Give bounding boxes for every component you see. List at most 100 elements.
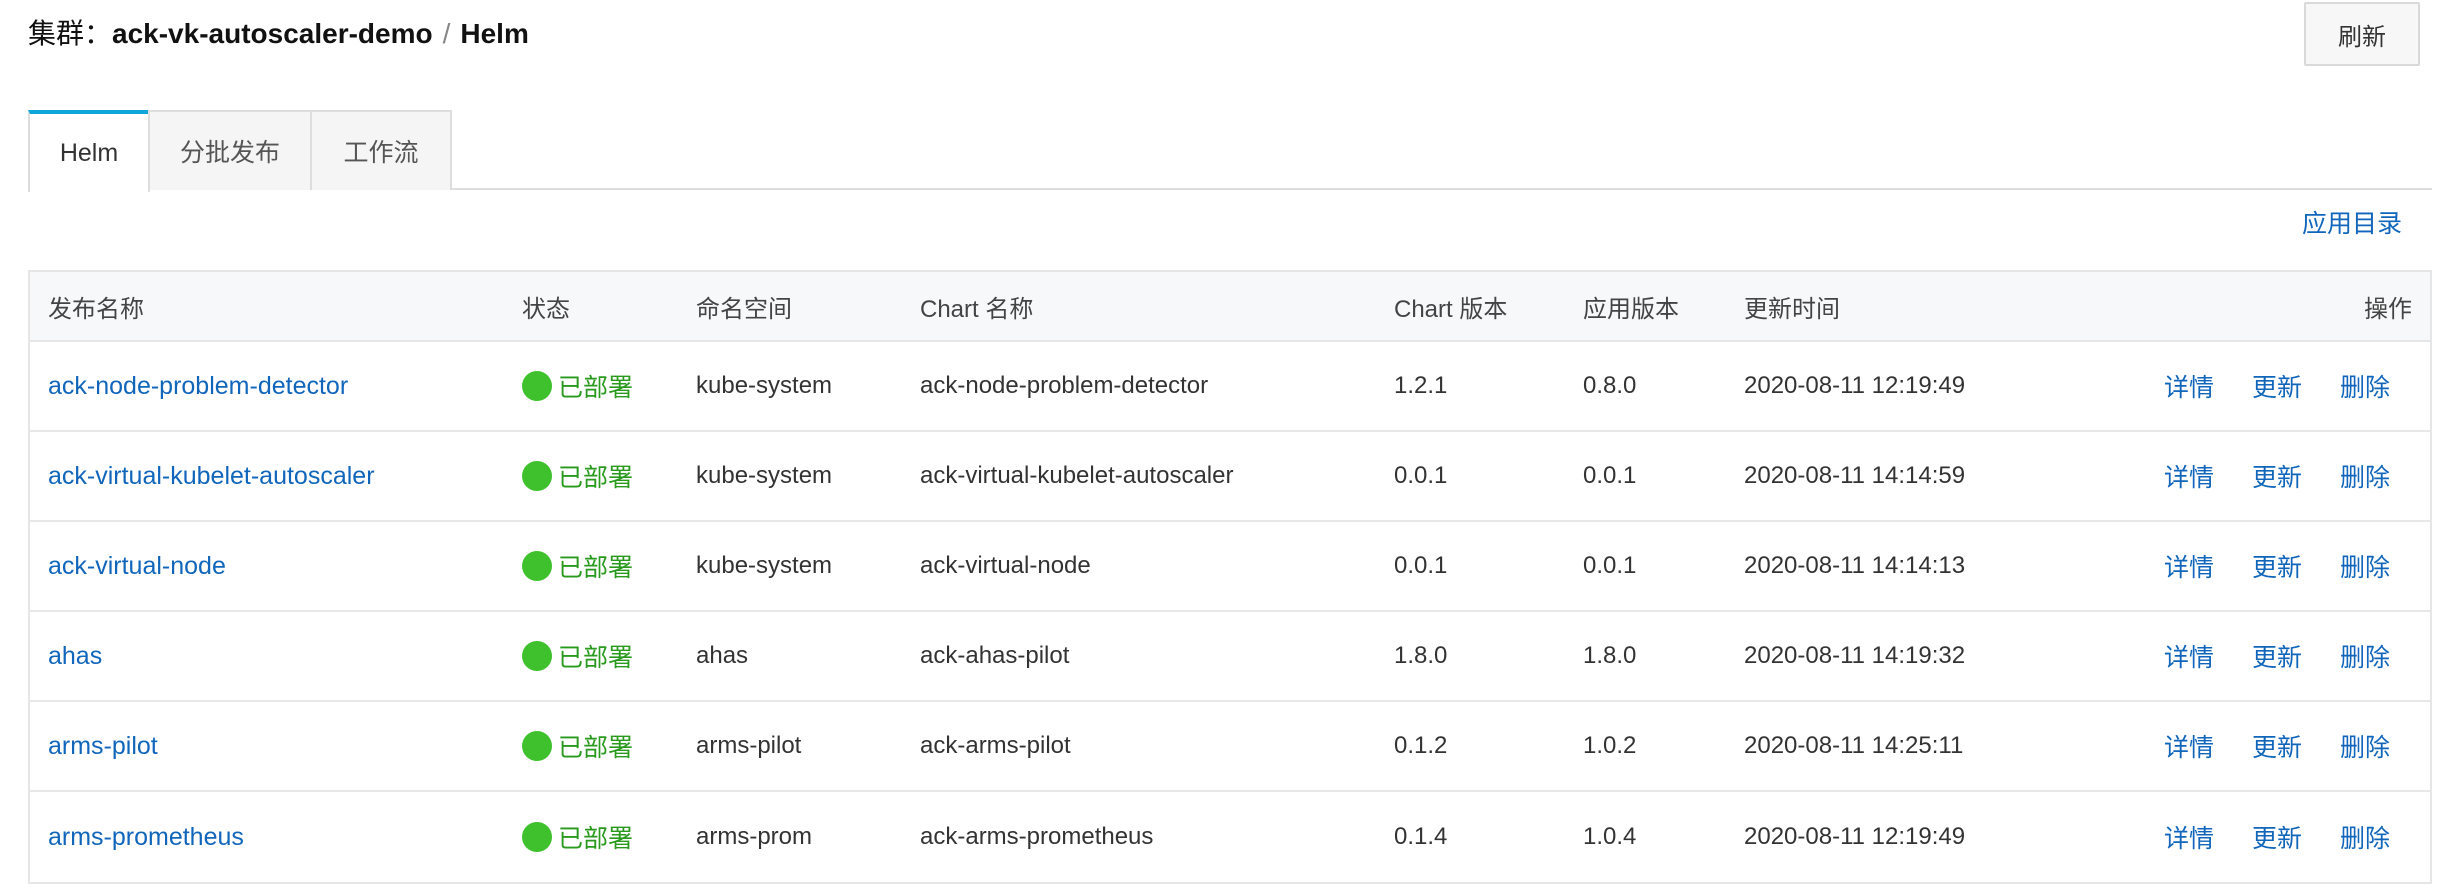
column-header-app-version: 应用版本	[1583, 295, 1679, 323]
status-dot-icon	[522, 731, 552, 761]
tab-workflow[interactable]: 工作流	[310, 110, 452, 190]
helm-page: 集群：ack-vk-autoscaler-demo / Helm 刷新 Helm 分…	[0, 0, 2446, 890]
status-badge: 已部署	[522, 702, 633, 790]
release-name-link[interactable]: ack-node-problem-detector	[48, 342, 348, 430]
updated-time-cell: 2020-08-11 14:25:11	[1744, 732, 1964, 759]
chart-version-cell: 0.0.1	[1394, 552, 1448, 579]
delete-link[interactable]: 删除	[2340, 548, 2390, 584]
status-badge: 已部署	[522, 522, 633, 610]
chart-name-cell: ack-arms-prometheus	[920, 823, 1154, 850]
chart-version-cell: 1.2.1	[1394, 372, 1448, 399]
namespace-cell: kube-system	[696, 552, 833, 579]
column-header-updated: 更新时间	[1744, 295, 1840, 323]
release-name-link[interactable]: arms-pilot	[48, 702, 158, 790]
detail-link[interactable]: 详情	[2164, 638, 2214, 674]
update-link[interactable]: 更新	[2252, 368, 2302, 404]
status-badge: 已部署	[522, 342, 633, 430]
update-link[interactable]: 更新	[2252, 728, 2302, 764]
release-name-link[interactable]: arms-prometheus	[48, 792, 244, 882]
status-dot-icon	[522, 551, 552, 581]
app-version-cell: 1.8.0	[1583, 642, 1637, 669]
status-dot-icon	[522, 461, 552, 491]
status-text: 已部署	[558, 374, 634, 402]
update-link[interactable]: 更新	[2252, 638, 2302, 674]
chart-name-cell: ack-virtual-kubelet-autoscaler	[920, 462, 1234, 489]
status-badge: 已部署	[522, 792, 633, 882]
status-badge: 已部署	[522, 612, 633, 700]
column-header-chart-name: Chart 名称	[920, 295, 1034, 323]
delete-link[interactable]: 删除	[2340, 368, 2390, 404]
column-header-chart-version: Chart 版本	[1394, 295, 1508, 323]
chart-name-cell: ack-arms-pilot	[920, 732, 1071, 759]
tab-helm[interactable]: Helm	[28, 110, 150, 192]
status-text: 已部署	[558, 825, 634, 853]
app-version-cell: 0.8.0	[1583, 372, 1637, 399]
column-header-name: 发布名称	[48, 295, 144, 323]
update-link[interactable]: 更新	[2252, 819, 2302, 855]
breadcrumb-section: Helm	[460, 18, 529, 49]
updated-time-cell: 2020-08-11 12:19:49	[1744, 372, 1966, 399]
namespace-cell: arms-pilot	[696, 732, 802, 759]
detail-link[interactable]: 详情	[2164, 368, 2214, 404]
status-text: 已部署	[558, 554, 634, 582]
refresh-button[interactable]: 刷新	[2304, 2, 2420, 66]
detail-link[interactable]: 详情	[2164, 458, 2214, 494]
row-actions: 详情 更新 删除	[2164, 432, 2390, 520]
updated-time-cell: 2020-08-11 14:19:32	[1744, 642, 1966, 669]
updated-time-cell: 2020-08-11 12:19:49	[1744, 823, 1966, 850]
table-header: 发布名称 状态 命名空间 Chart 名称 Chart 版本 应用版本 更新时间…	[30, 272, 2430, 342]
table-row: ack-virtual-node 已部署 kube-system ack-vir…	[30, 522, 2430, 612]
delete-link[interactable]: 删除	[2340, 728, 2390, 764]
namespace-cell: ahas	[696, 642, 749, 669]
row-actions: 详情 更新 删除	[2164, 522, 2390, 610]
breadcrumb-cluster-name: ack-vk-autoscaler-demo	[112, 18, 433, 49]
status-dot-icon	[522, 371, 552, 401]
status-dot-icon	[522, 822, 552, 852]
namespace-cell: arms-prom	[696, 823, 813, 850]
status-text: 已部署	[558, 464, 634, 492]
update-link[interactable]: 更新	[2252, 458, 2302, 494]
row-actions: 详情 更新 删除	[2164, 792, 2390, 882]
updated-time-cell: 2020-08-11 14:14:13	[1744, 552, 1966, 579]
namespace-cell: kube-system	[696, 462, 833, 489]
tab-batch-release[interactable]: 分批发布	[148, 110, 312, 190]
column-header-namespace: 命名空间	[696, 295, 792, 323]
table-row: ack-node-problem-detector 已部署 kube-syste…	[30, 342, 2430, 432]
detail-link[interactable]: 详情	[2164, 548, 2214, 584]
breadcrumb-separator: /	[442, 18, 451, 49]
status-text: 已部署	[558, 734, 634, 762]
release-name-link[interactable]: ahas	[48, 612, 102, 700]
breadcrumb: 集群：ack-vk-autoscaler-demo / Helm	[28, 14, 529, 54]
row-actions: 详情 更新 删除	[2164, 612, 2390, 700]
row-actions: 详情 更新 删除	[2164, 342, 2390, 430]
status-badge: 已部署	[522, 432, 633, 520]
app-version-cell: 1.0.2	[1583, 732, 1637, 759]
helm-release-table: 发布名称 状态 命名空间 Chart 名称 Chart 版本 应用版本 更新时间…	[28, 270, 2432, 884]
column-header-status: 状态	[522, 295, 570, 323]
chart-name-cell: ack-node-problem-detector	[920, 372, 1209, 399]
delete-link[interactable]: 删除	[2340, 458, 2390, 494]
delete-link[interactable]: 删除	[2340, 819, 2390, 855]
table-row: ahas 已部署 ahas ack-ahas-pilot 1.8.0 1.8.0…	[30, 612, 2430, 702]
column-header-actions: 操作	[2364, 295, 2412, 323]
status-text: 已部署	[558, 644, 634, 672]
update-link[interactable]: 更新	[2252, 548, 2302, 584]
tab-bar: Helm 分批发布 工作流	[28, 110, 2432, 192]
app-version-cell: 0.0.1	[1583, 552, 1637, 579]
updated-time-cell: 2020-08-11 14:14:59	[1744, 462, 1966, 489]
release-name-link[interactable]: ack-virtual-node	[48, 522, 226, 610]
release-name-link[interactable]: ack-virtual-kubelet-autoscaler	[48, 432, 375, 520]
table-row: arms-pilot 已部署 arms-pilot ack-arms-pilot…	[30, 702, 2430, 792]
app-version-cell: 0.0.1	[1583, 462, 1637, 489]
chart-version-cell: 0.1.4	[1394, 823, 1448, 850]
delete-link[interactable]: 删除	[2340, 638, 2390, 674]
chart-version-cell: 0.0.1	[1394, 462, 1448, 489]
app-catalog-link[interactable]: 应用目录	[2302, 204, 2402, 240]
page-header: 集群：ack-vk-autoscaler-demo / Helm 刷新	[28, 0, 2420, 70]
namespace-cell: kube-system	[696, 372, 833, 399]
row-actions: 详情 更新 删除	[2164, 702, 2390, 790]
chart-name-cell: ack-ahas-pilot	[920, 642, 1070, 669]
chart-version-cell: 0.1.2	[1394, 732, 1448, 759]
detail-link[interactable]: 详情	[2164, 819, 2214, 855]
detail-link[interactable]: 详情	[2164, 728, 2214, 764]
